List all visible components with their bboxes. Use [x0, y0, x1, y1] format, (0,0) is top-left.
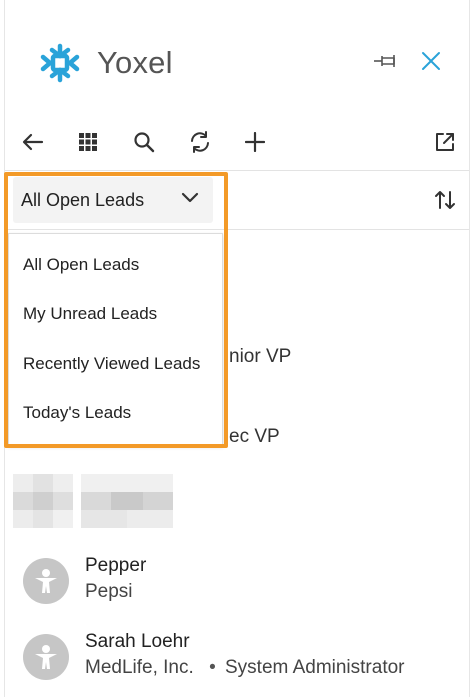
- chevron-down-icon: [181, 192, 199, 203]
- search-icon[interactable]: [130, 128, 158, 156]
- lead-name: Sarah Loehr: [85, 631, 190, 652]
- open-external-icon[interactable]: [431, 128, 459, 156]
- list-view-selected-label: All Open Leads: [21, 189, 145, 210]
- lead-company-title: MedLife, Inc. • System Administrator: [85, 657, 405, 679]
- app-grid-icon[interactable]: [74, 128, 102, 156]
- brand-name: Yoxel: [97, 45, 173, 80]
- lead-icon: [35, 645, 57, 669]
- menu-item-all-open-leads[interactable]: All Open Leads: [9, 240, 222, 290]
- avatar: [23, 634, 69, 680]
- list-item-partial-title: ec VP: [229, 426, 280, 447]
- menu-item-my-unread-leads[interactable]: My Unread Leads: [9, 290, 222, 340]
- separator-dot: •: [209, 657, 216, 678]
- sort-icon[interactable]: [433, 189, 457, 216]
- add-icon[interactable]: [241, 128, 269, 156]
- blurred-text: [81, 474, 173, 528]
- brand: Yoxel: [37, 38, 173, 88]
- list-view-bar: All Open Leads: [5, 170, 469, 230]
- close-icon[interactable]: [418, 48, 444, 74]
- blurred-avatar: [13, 474, 73, 528]
- lead-company: MedLife, Inc.: [85, 657, 194, 678]
- menu-item-recently-viewed-leads[interactable]: Recently Viewed Leads: [9, 339, 222, 389]
- lead-icon: [35, 569, 57, 593]
- refresh-icon[interactable]: [186, 128, 214, 156]
- avatar: [23, 558, 69, 604]
- pin-icon[interactable]: [372, 48, 402, 74]
- list-item-blurred[interactable]: [5, 466, 469, 532]
- list-item-partial-title: nior VP: [229, 346, 292, 367]
- list-view-menu: All Open Leads My Unread Leads Recently …: [8, 233, 223, 445]
- menu-item-todays-leads[interactable]: Today's Leads: [9, 389, 222, 439]
- list-view-selector[interactable]: All Open Leads: [13, 177, 213, 223]
- list-item[interactable]: Sarah Loehr MedLife, Inc. • System Admin…: [5, 626, 469, 697]
- back-arrow-icon[interactable]: [19, 128, 47, 156]
- lead-name: Pepper: [85, 555, 147, 576]
- toolbar: [5, 120, 469, 164]
- lead-company: Pepsi: [85, 581, 133, 602]
- lead-title: System Administrator: [225, 657, 405, 678]
- list-item[interactable]: Pepper Pepsi: [5, 548, 469, 618]
- yoxel-logo-icon: [40, 43, 80, 83]
